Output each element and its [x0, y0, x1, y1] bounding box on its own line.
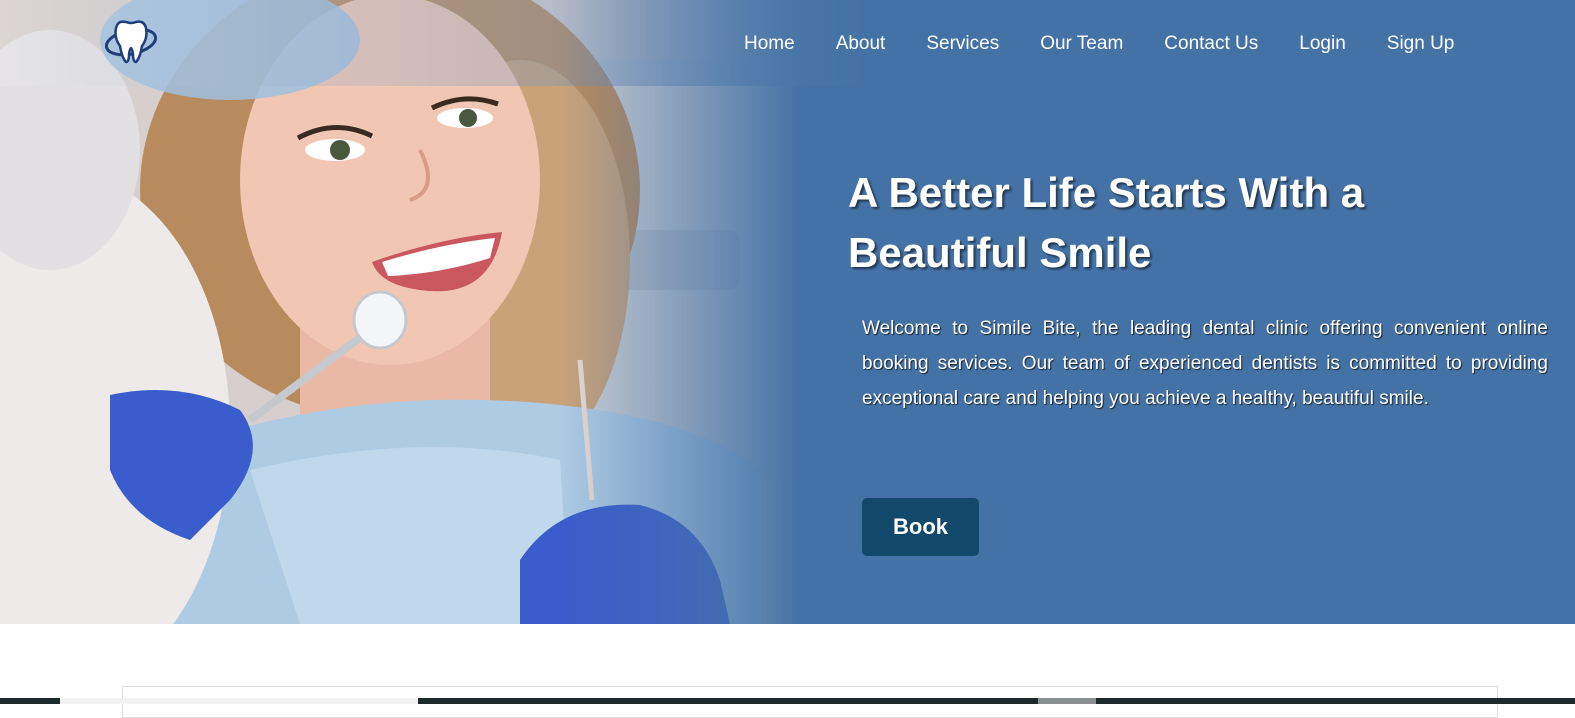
tooth-icon[interactable]	[104, 18, 158, 66]
photo-fade-overlay	[560, 0, 800, 624]
nav-our-team[interactable]: Our Team	[1040, 30, 1123, 58]
main-nav: Home About Services Our Team Contact Us …	[744, 30, 1454, 58]
nav-contact-us[interactable]: Contact Us	[1164, 30, 1258, 58]
hero-intro-text: Welcome to Simile Bite, the leading dent…	[862, 318, 1548, 409]
hero-headline: A Better Life Starts With a Beautiful Sm…	[848, 169, 1365, 276]
hero-photo	[0, 0, 800, 624]
nav-about[interactable]: About	[836, 30, 886, 58]
book-button[interactable]: Book	[862, 498, 979, 556]
hero-section: Home About Services Our Team Contact Us …	[0, 0, 1575, 624]
nav-login[interactable]: Login	[1299, 30, 1346, 58]
bottom-strip-segment	[60, 698, 418, 704]
nav-services[interactable]: Services	[926, 30, 999, 58]
nav-home[interactable]: Home	[744, 30, 795, 58]
nav-sign-up[interactable]: Sign Up	[1387, 30, 1455, 58]
bottom-strip-segment	[1038, 698, 1096, 704]
